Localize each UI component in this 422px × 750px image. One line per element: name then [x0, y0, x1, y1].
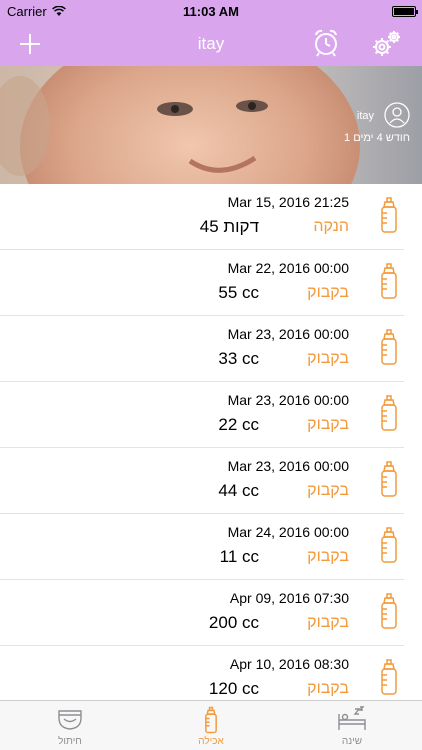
entry-date: Mar 24, 2016 00:00 — [227, 524, 349, 540]
bottle-icon — [381, 593, 397, 629]
gear-icon — [373, 31, 400, 56]
bottle-icon — [381, 329, 397, 365]
entry-date: Mar 23, 2016 00:00 — [227, 392, 349, 408]
entry-type: בקבוק — [307, 416, 349, 433]
tab-feeding[interactable]: אכילה — [141, 701, 281, 750]
list-item[interactable]: Mar 23, 2016 00:00 בקבוק 44 cc — [0, 448, 404, 514]
list-item[interactable]: Mar 24, 2016 00:00 בקבוק 11 cc — [0, 514, 404, 580]
alarm-button[interactable] — [309, 26, 343, 60]
entry-amount: 120 cc — [208, 679, 259, 698]
bed-icon — [338, 706, 366, 730]
entry-amount: 200 cc — [208, 613, 259, 632]
feeding-list: Mar 15, 2016 21:25 הנקה 45 דקות Mar 22, … — [0, 184, 422, 700]
bottle-icon — [381, 263, 397, 299]
bottle-icon — [381, 395, 397, 431]
nav-bar: itay — [0, 22, 422, 66]
page-title: itay — [197, 34, 225, 53]
status-bar: Carrier 11:03 AM — [0, 0, 422, 22]
baby-photo — [0, 66, 422, 184]
profile-name: itay — [356, 110, 374, 122]
list-item[interactable]: Mar 15, 2016 21:25 הנקה 45 דקות — [0, 184, 404, 250]
entry-amount: 45 דקות — [199, 217, 259, 236]
bottle-icon — [381, 197, 397, 233]
list-item[interactable]: Apr 09, 2016 07:30 בקבוק 200 cc — [0, 580, 404, 646]
entry-date: Apr 09, 2016 07:30 — [229, 590, 349, 606]
entry-amount: 33 cc — [218, 349, 259, 368]
tab-sleep[interactable]: שינה — [282, 701, 422, 750]
battery-icon — [392, 6, 418, 17]
entry-amount: 44 cc — [218, 481, 259, 500]
list-item[interactable]: Mar 23, 2016 00:00 בקבוק 33 cc — [0, 316, 404, 382]
entry-type: בקבוק — [307, 482, 349, 499]
entry-amount: 55 cc — [218, 283, 259, 302]
tab-diaper[interactable]: חיתול — [0, 701, 140, 750]
tab-sleep-label: שינה — [341, 736, 363, 747]
entry-date: Mar 22, 2016 00:00 — [227, 260, 349, 276]
entry-type: בקבוק — [307, 548, 349, 565]
entry-date: Mar 15, 2016 21:25 — [227, 194, 349, 210]
entry-type: בקבוק — [307, 284, 349, 301]
bottle-icon — [381, 527, 397, 563]
alarm-clock-icon — [315, 29, 337, 57]
entry-type: בקבוק — [307, 614, 349, 631]
list-item[interactable]: Apr 10, 2016 08:30 בקבוק 120 cc — [0, 646, 404, 700]
status-time: 11:03 AM — [183, 4, 239, 19]
tab-feeding-label: אכילה — [198, 736, 224, 747]
profile-age: 1 חודש 4 ימים — [344, 132, 410, 144]
diaper-icon — [58, 710, 82, 730]
settings-button[interactable] — [368, 26, 404, 62]
entry-date: Apr 10, 2016 08:30 — [229, 656, 349, 672]
entry-amount: 22 cc — [218, 415, 259, 434]
entry-date: Mar 23, 2016 00:00 — [227, 458, 349, 474]
bottle-icon — [205, 706, 217, 734]
baby-photo-header: itay 1 חודש 4 ימים — [0, 66, 422, 184]
entry-type: הנקה — [313, 218, 349, 235]
list-item[interactable]: Mar 22, 2016 00:00 בקבוק 55 cc — [0, 250, 404, 316]
bottle-icon — [381, 659, 397, 695]
entry-type: בקבוק — [307, 680, 349, 697]
entry-type: בקבוק — [307, 350, 349, 367]
entry-amount: 11 cc — [219, 547, 259, 566]
bottle-icon — [381, 461, 397, 497]
list-item[interactable]: Mar 23, 2016 00:00 בקבוק 22 cc — [0, 382, 404, 448]
entry-date: Mar 23, 2016 00:00 — [227, 326, 349, 342]
avatar-icon — [384, 102, 410, 128]
tab-bar: חיתול אכילה שינה — [0, 700, 422, 750]
tab-diaper-label: חיתול — [58, 736, 82, 747]
